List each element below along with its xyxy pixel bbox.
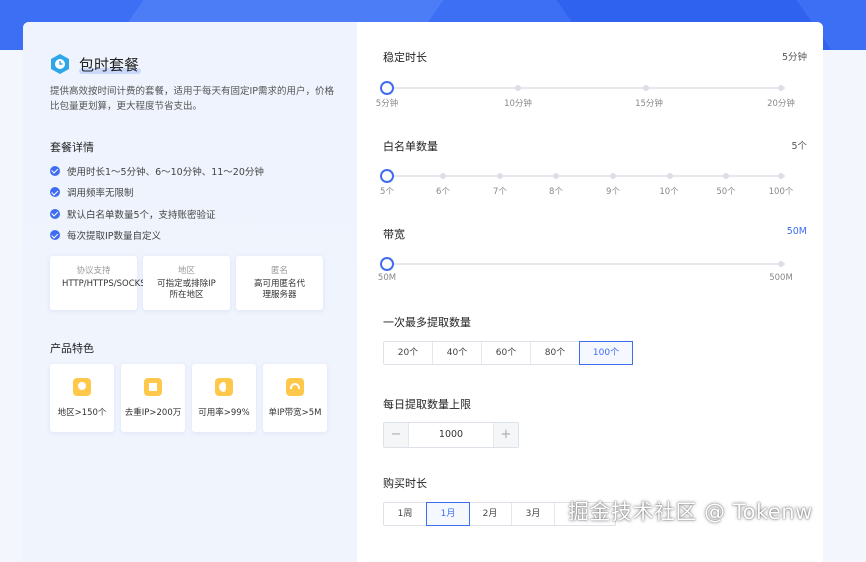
daily-limit-input[interactable]: 1000 <box>408 423 494 447</box>
info-value: HTTP/HTTPS/SOCKS5 <box>62 279 152 289</box>
tick-label: 50个 <box>716 187 736 197</box>
slider-tick[interactable] <box>778 85 784 91</box>
feature-card: 单IP带宽>5M <box>263 364 327 432</box>
watermark: 掘金技术社区 @ Tokenw <box>568 500 813 524</box>
option-1-week[interactable]: 1周 <box>384 503 427 525</box>
duration-value: 5分钟 <box>781 52 807 63</box>
decrement-button[interactable]: − <box>384 423 408 447</box>
info-value: 高可用匿名代理服务器 <box>253 279 305 300</box>
tick-label: 10分钟 <box>504 99 532 109</box>
bandwidth-slider-handle[interactable] <box>380 257 394 271</box>
info-value: 可指定或排除IP所在地区 <box>157 279 216 300</box>
location-icon <box>73 378 91 396</box>
feature-card: 可用率>99% <box>192 364 256 432</box>
tick-label: 5分钟 <box>375 99 399 109</box>
config-panel: 稳定时长 5分钟 5分钟 10分钟 15分钟 20分钟 白名单数量 5个 5个 … <box>357 22 823 562</box>
slider-tick[interactable] <box>778 261 784 267</box>
option-40[interactable]: 40个 <box>433 342 482 364</box>
tick-label: 15分钟 <box>635 99 663 109</box>
list-item: 每次提取IP数量自定义 <box>50 225 264 247</box>
daily-limit-label: 每日提取数量上限 <box>383 398 471 411</box>
tick-label: 20分钟 <box>767 99 795 109</box>
max-extract-label: 一次最多提取数量 <box>383 316 471 329</box>
dedup-icon <box>144 378 162 396</box>
check-icon <box>50 230 60 241</box>
features-title: 产品特色 <box>50 342 94 355</box>
slider-tick[interactable] <box>723 173 729 179</box>
feature-boxes: 地区>150个 去重IP>200万 可用率>99% 单IP带宽>5M <box>50 364 327 432</box>
info-label: 协议支持 <box>76 266 111 276</box>
check-icon <box>50 208 60 219</box>
purchase-duration-label: 购买时长 <box>383 477 427 490</box>
details-list: 使用时长1～5分钟、6～10分钟、11～20分钟 调用频率无限制 默认白名单数量… <box>50 160 264 246</box>
bandwidth-value: 50M <box>786 226 807 237</box>
tick-label: 10个 <box>659 187 679 197</box>
wifi-icon <box>286 378 304 396</box>
feature-card: 去重IP>200万 <box>121 364 185 432</box>
option-20[interactable]: 20个 <box>384 342 433 364</box>
info-label: 匿名 <box>270 266 288 276</box>
slider-tick[interactable] <box>643 85 649 91</box>
info-label: 地区 <box>177 266 195 276</box>
option-100[interactable]: 100个 <box>579 341 633 365</box>
slider-tick[interactable] <box>667 173 673 179</box>
feature-label: 单IP带宽>5M <box>268 408 322 418</box>
increment-button[interactable]: + <box>494 423 518 447</box>
daily-limit-stepper: − 1000 + <box>383 422 519 448</box>
plan-info-panel: 包时套餐 提供高效按时间计费的套餐，适用于每天有固定IP需求的用户，价格比包量更… <box>23 22 357 562</box>
feature-label: 地区>150个 <box>57 408 107 418</box>
info-anonymity: 匿名 高可用匿名代理服务器 <box>236 256 323 310</box>
feature-label: 可用率>99% <box>198 408 250 418</box>
duration-label: 稳定时长 <box>383 51 427 64</box>
availability-icon <box>215 378 233 396</box>
plan-description: 提供高效按时间计费的套餐，适用于每天有固定IP需求的用户，价格比包量更划算，更大… <box>50 86 335 112</box>
option-60[interactable]: 60个 <box>482 342 531 364</box>
check-icon <box>50 187 60 198</box>
option-1-month[interactable]: 1月 <box>426 502 470 526</box>
tick-label: 8个 <box>549 187 563 197</box>
slider-tick[interactable] <box>778 173 784 179</box>
bandwidth-label: 带宽 <box>383 228 405 241</box>
tick-label: 5个 <box>380 187 394 197</box>
tick-label: 9个 <box>606 187 620 197</box>
feature-label: 去重IP>200万 <box>124 408 182 418</box>
check-icon <box>50 165 60 176</box>
whitelist-value: 5个 <box>791 141 807 152</box>
duration-slider-handle[interactable] <box>380 81 394 95</box>
whitelist-slider-handle[interactable] <box>380 169 394 183</box>
slider-tick[interactable] <box>553 173 559 179</box>
list-item: 默认白名单数量5个，支持账密验证 <box>50 203 264 225</box>
plan-card: 包时套餐 提供高效按时间计费的套餐，适用于每天有固定IP需求的用户，价格比包量更… <box>23 22 823 562</box>
slider-tick[interactable] <box>610 173 616 179</box>
duration-slider-track[interactable] <box>387 87 785 89</box>
tick-label: 7个 <box>493 187 507 197</box>
details-title: 套餐详情 <box>50 141 94 154</box>
option-80[interactable]: 80个 <box>531 342 580 364</box>
clock-hexagon-icon <box>51 54 69 74</box>
plan-title: 包时套餐 <box>79 56 140 74</box>
info-region: 地区 可指定或排除IP所在地区 <box>143 256 230 310</box>
tick-label: 6个 <box>436 187 450 197</box>
max-extract-options: 20个 40个 60个 80个 100个 <box>383 341 633 365</box>
slider-tick[interactable] <box>497 173 503 179</box>
slider-tick[interactable] <box>440 173 446 179</box>
slider-tick[interactable] <box>515 85 521 91</box>
whitelist-label: 白名单数量 <box>383 140 438 153</box>
info-protocol: 协议支持 HTTP/HTTPS/SOCKS5 <box>50 256 152 310</box>
feature-card: 地区>150个 <box>50 364 114 432</box>
tick-label: 500M <box>769 273 793 283</box>
tick-label: 100个 <box>768 187 794 197</box>
list-item: 调用频率无限制 <box>50 182 264 204</box>
info-boxes: 协议支持 HTTP/HTTPS/SOCKS5 地区 可指定或排除IP所在地区 匿… <box>50 256 323 310</box>
tick-label: 50M <box>377 273 397 283</box>
option-3-month[interactable]: 3月 <box>512 503 555 525</box>
bandwidth-slider-track[interactable] <box>387 263 785 265</box>
option-2-month[interactable]: 2月 <box>469 503 512 525</box>
list-item: 使用时长1～5分钟、6～10分钟、11～20分钟 <box>50 160 264 182</box>
